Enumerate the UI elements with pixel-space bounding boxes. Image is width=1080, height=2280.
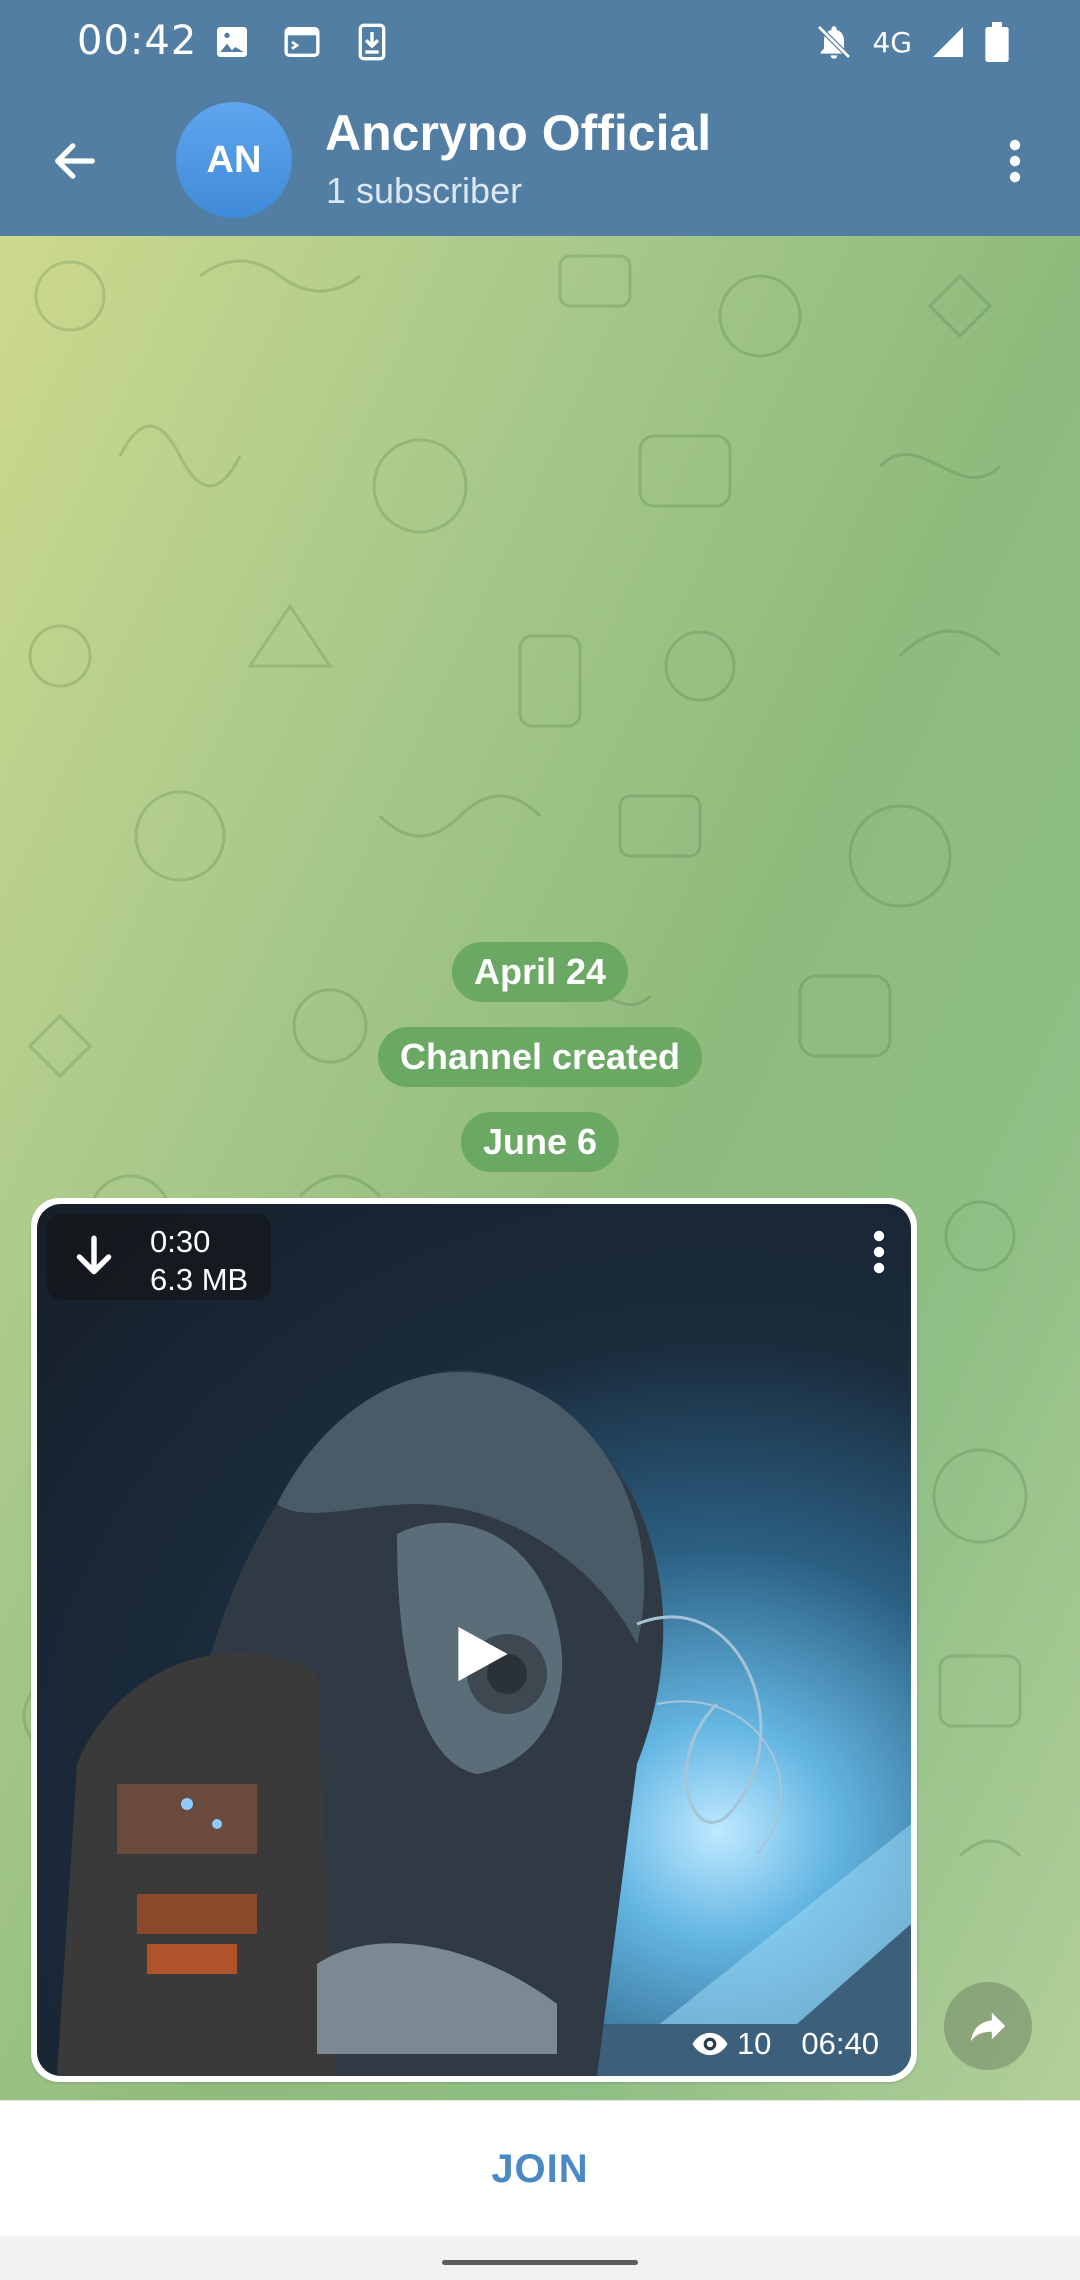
media-info-chip[interactable]: 0:30 6.3 MB — [47, 1214, 271, 1300]
share-arrow-icon — [970, 2012, 1006, 2042]
post-meta: 10 06:40 — [691, 2026, 879, 2062]
join-button[interactable]: JOIN — [491, 2147, 588, 2192]
more-vertical-icon — [873, 1230, 885, 1274]
notification-icons — [212, 22, 392, 62]
arrow-left-icon — [55, 143, 95, 179]
download-arrow-icon — [76, 1235, 112, 1275]
date-divider-april: April 24 — [451, 942, 629, 1002]
more-vertical-icon — [1009, 139, 1021, 183]
chat-header: AN Ancryno Official 1 subscriber — [0, 86, 1080, 236]
screenshot-icon — [284, 27, 320, 57]
status-bar: 00:42 4G — [0, 0, 1080, 86]
navigation-bar — [0, 2236, 1080, 2280]
download-icon — [358, 23, 386, 61]
play-icon[interactable] — [453, 1622, 513, 1686]
gesture-handle[interactable] — [442, 2260, 638, 2265]
subscriber-count: 1 subscriber — [326, 170, 523, 211]
status-time: 00:42 — [77, 18, 198, 64]
media-menu-button[interactable] — [859, 1222, 899, 1282]
back-button[interactable] — [40, 126, 110, 196]
chat-background: April 24 Channel created June 6 0:30 6.3… — [0, 236, 1080, 2100]
share-button[interactable] — [944, 1982, 1032, 2070]
channel-title[interactable]: Ancryno Official — [325, 104, 711, 162]
eye-icon — [692, 2032, 728, 2056]
image-icon — [217, 27, 247, 57]
channel-created-notice: Channel created — [377, 1027, 703, 1087]
video-duration: 0:30 — [150, 1224, 211, 1259]
channel-avatar[interactable]: AN — [176, 102, 292, 218]
signal-icon — [933, 27, 963, 57]
view-count: 10 — [736, 2026, 772, 2061]
network-type: 4G — [872, 25, 912, 59]
video-size: 6.3 MB — [150, 1262, 249, 1297]
battery-icon — [985, 22, 1009, 62]
video-thumbnail[interactable]: 0:30 6.3 MB 10 06:40 — [37, 1204, 911, 2076]
bell-off-icon — [817, 25, 852, 59]
telegram-channel-screen: 00:42 4G AN Ancryno Official 1 subscribe… — [0, 0, 1080, 2280]
more-options-button[interactable] — [980, 126, 1050, 196]
join-bar[interactable]: JOIN — [0, 2100, 1080, 2237]
post-time: 06:40 — [801, 2026, 879, 2061]
date-divider-june: June 6 — [460, 1112, 620, 1172]
system-icons: 4G — [814, 22, 1010, 62]
channel-post: 0:30 6.3 MB 10 06:40 — [31, 1198, 917, 2082]
